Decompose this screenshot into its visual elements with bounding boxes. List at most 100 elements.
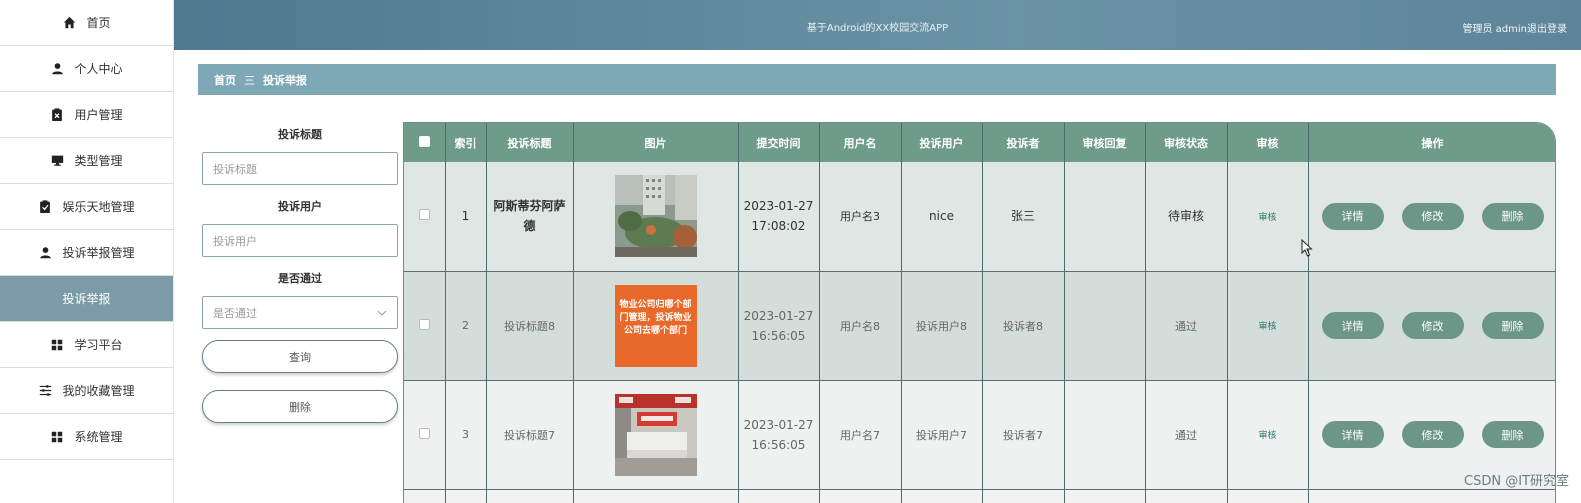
clipboard-check-icon [38, 200, 52, 214]
person-icon [38, 246, 52, 260]
pass-filter-label: 是否通过 [278, 272, 322, 285]
breadcrumb-home[interactable]: 首页 [214, 72, 236, 88]
complaint-image[interactable] [614, 393, 697, 476]
row-checkbox-cell [404, 271, 446, 381]
row-username: 用户名3 [819, 162, 902, 272]
sidebar-item-favorites[interactable]: 我的收藏管理 [0, 368, 173, 414]
edit-button[interactable]: 修改 [1401, 421, 1464, 448]
row-reply [1064, 162, 1146, 272]
user-icon [50, 62, 64, 76]
table-row: 3 投诉标题7 2023-01-27 16:56:05 用户名7 投诉用户7 投… [404, 380, 1555, 490]
row-date: 2023-01-27 [743, 308, 814, 323]
audit-link[interactable]: 审核 [1258, 322, 1276, 332]
column-header: 审核回复 [1064, 123, 1146, 162]
row-complaint-user: 投诉用户7 [901, 380, 983, 490]
audit-link[interactable]: 审核 [1258, 213, 1276, 223]
row-title: 投诉标题8 [486, 271, 574, 381]
row-audit-cell: 审核 [1227, 162, 1309, 272]
user-search-placeholder: 投诉用户 [213, 234, 257, 248]
select-all-checkbox[interactable] [418, 135, 430, 147]
sidebar-item-complaint-management[interactable]: 投诉举报管理 [0, 230, 173, 276]
sidebar-item-label: 我的收藏管理 [62, 384, 135, 398]
sidebar-item-system[interactable]: 系统管理 [0, 414, 173, 460]
title-search-placeholder: 投诉标题 [213, 162, 257, 176]
pass-select[interactable]: 是否通过 [202, 296, 398, 329]
sidebar-item-label: 娱乐天地管理 [62, 200, 135, 214]
row-time: 16:56:05 [751, 328, 806, 343]
row-username: 用户名8 [819, 271, 902, 381]
current-user: 管理员 admin [1462, 24, 1527, 35]
audit-link[interactable]: 审核 [1258, 431, 1276, 441]
sidebar-item-complaint[interactable]: 投诉举报 [0, 276, 173, 322]
column-header: 图片 [573, 123, 739, 162]
breadcrumb: 首页 三 投诉举报 [198, 64, 1556, 95]
complaint-image[interactable]: 物业公司归哪个部门管理，投诉物业公司去哪个部门 [614, 284, 697, 367]
clipboard-x-icon [50, 108, 64, 122]
row-reply [1064, 380, 1146, 490]
sidebar-item-label: 投诉举报管理 [62, 246, 135, 260]
search-panel: 投诉标题 投诉标题 投诉用户 投诉用户 是否通过 是否通过 查询 删除 [202, 126, 398, 423]
row-checkbox[interactable] [418, 209, 430, 221]
row-status: 待审核 [1145, 162, 1228, 272]
sidebar-item-home[interactable]: 首页 [0, 0, 173, 46]
pass-select-placeholder: 是否通过 [213, 306, 257, 320]
sidebar-item-study[interactable]: 学习平台 [0, 322, 173, 368]
row-submit-time: 2023-01-27 16:56:05 [738, 271, 820, 381]
sliders-icon [38, 384, 52, 398]
title-search-input[interactable]: 投诉标题 [202, 152, 398, 185]
chevron-down-icon [377, 306, 387, 319]
column-header: 索引 [445, 123, 487, 162]
row-index: 2 [445, 271, 487, 381]
select-all-cell [404, 123, 446, 162]
user-search-input[interactable]: 投诉用户 [202, 224, 398, 257]
query-button[interactable]: 查询 [202, 340, 398, 373]
home-icon [62, 16, 76, 30]
column-header: 投诉标题 [486, 123, 574, 162]
sidebar-item-profile[interactable]: 个人中心 [0, 46, 173, 92]
row-checkbox-cell [404, 380, 446, 490]
detail-button[interactable]: 详情 [1321, 202, 1384, 230]
top-header: 基于Android的XX校园交流APP 管理员 admin 退出登录 [174, 0, 1581, 50]
edit-button[interactable]: 修改 [1401, 312, 1464, 339]
column-header: 审核 [1227, 123, 1309, 162]
edit-button[interactable]: 修改 [1401, 202, 1464, 230]
row-status: 通过 [1145, 271, 1228, 381]
row-complainer: 投诉者7 [982, 380, 1065, 490]
row-index: 3 [445, 380, 487, 490]
row-checkbox[interactable] [418, 427, 430, 439]
complaint-image[interactable] [614, 175, 697, 258]
app-title: 基于Android的XX校园交流APP [806, 23, 949, 34]
sidebar-item-label: 个人中心 [74, 62, 123, 76]
row-complaint-user: nice [901, 162, 983, 272]
row-submit-time: 2023-01-27 17:08:02 [738, 162, 820, 272]
sidebar-item-types[interactable]: 类型管理 [0, 138, 173, 184]
row-delete-button[interactable]: 删除 [1481, 421, 1544, 448]
row-complainer: 投诉者8 [982, 271, 1065, 381]
table-header-row: 索引 投诉标题 图片 提交时间 用户名 投诉用户 投诉者 审核回复 审核状态 审… [404, 123, 1555, 162]
column-header: 投诉用户 [901, 123, 983, 162]
mouse-cursor-icon [1301, 239, 1313, 257]
column-header: 提交时间 [738, 123, 820, 162]
row-delete-button[interactable]: 删除 [1481, 312, 1544, 339]
detail-button[interactable]: 详情 [1321, 421, 1384, 448]
sidebar-item-label: 用户管理 [74, 108, 123, 122]
row-title: 投诉标题7 [486, 380, 574, 490]
row-submit-time: 2023-01-27 16:56:05 [738, 380, 820, 490]
row-audit-cell: 审核 [1227, 271, 1309, 381]
table-row [404, 489, 1555, 503]
sidebar-item-label: 首页 [86, 16, 111, 30]
row-status: 通过 [1145, 380, 1228, 490]
column-header: 审核状态 [1145, 123, 1228, 162]
row-username: 用户名7 [819, 380, 902, 490]
row-delete-button[interactable]: 删除 [1481, 202, 1544, 230]
sidebar-item-users[interactable]: 用户管理 [0, 92, 173, 138]
sidebar-item-label: 学习平台 [74, 338, 123, 352]
delete-button[interactable]: 删除 [202, 390, 398, 423]
sidebar-item-label: 系统管理 [74, 430, 123, 444]
row-title: 阿斯蒂芬阿萨德 [486, 162, 574, 272]
detail-button[interactable]: 详情 [1321, 312, 1384, 339]
logout-link[interactable]: 退出登录 [1527, 20, 1567, 35]
row-checkbox[interactable] [418, 318, 430, 330]
row-date: 2023-01-27 [743, 417, 814, 432]
sidebar-item-entertainment[interactable]: 娱乐天地管理 [0, 184, 173, 230]
